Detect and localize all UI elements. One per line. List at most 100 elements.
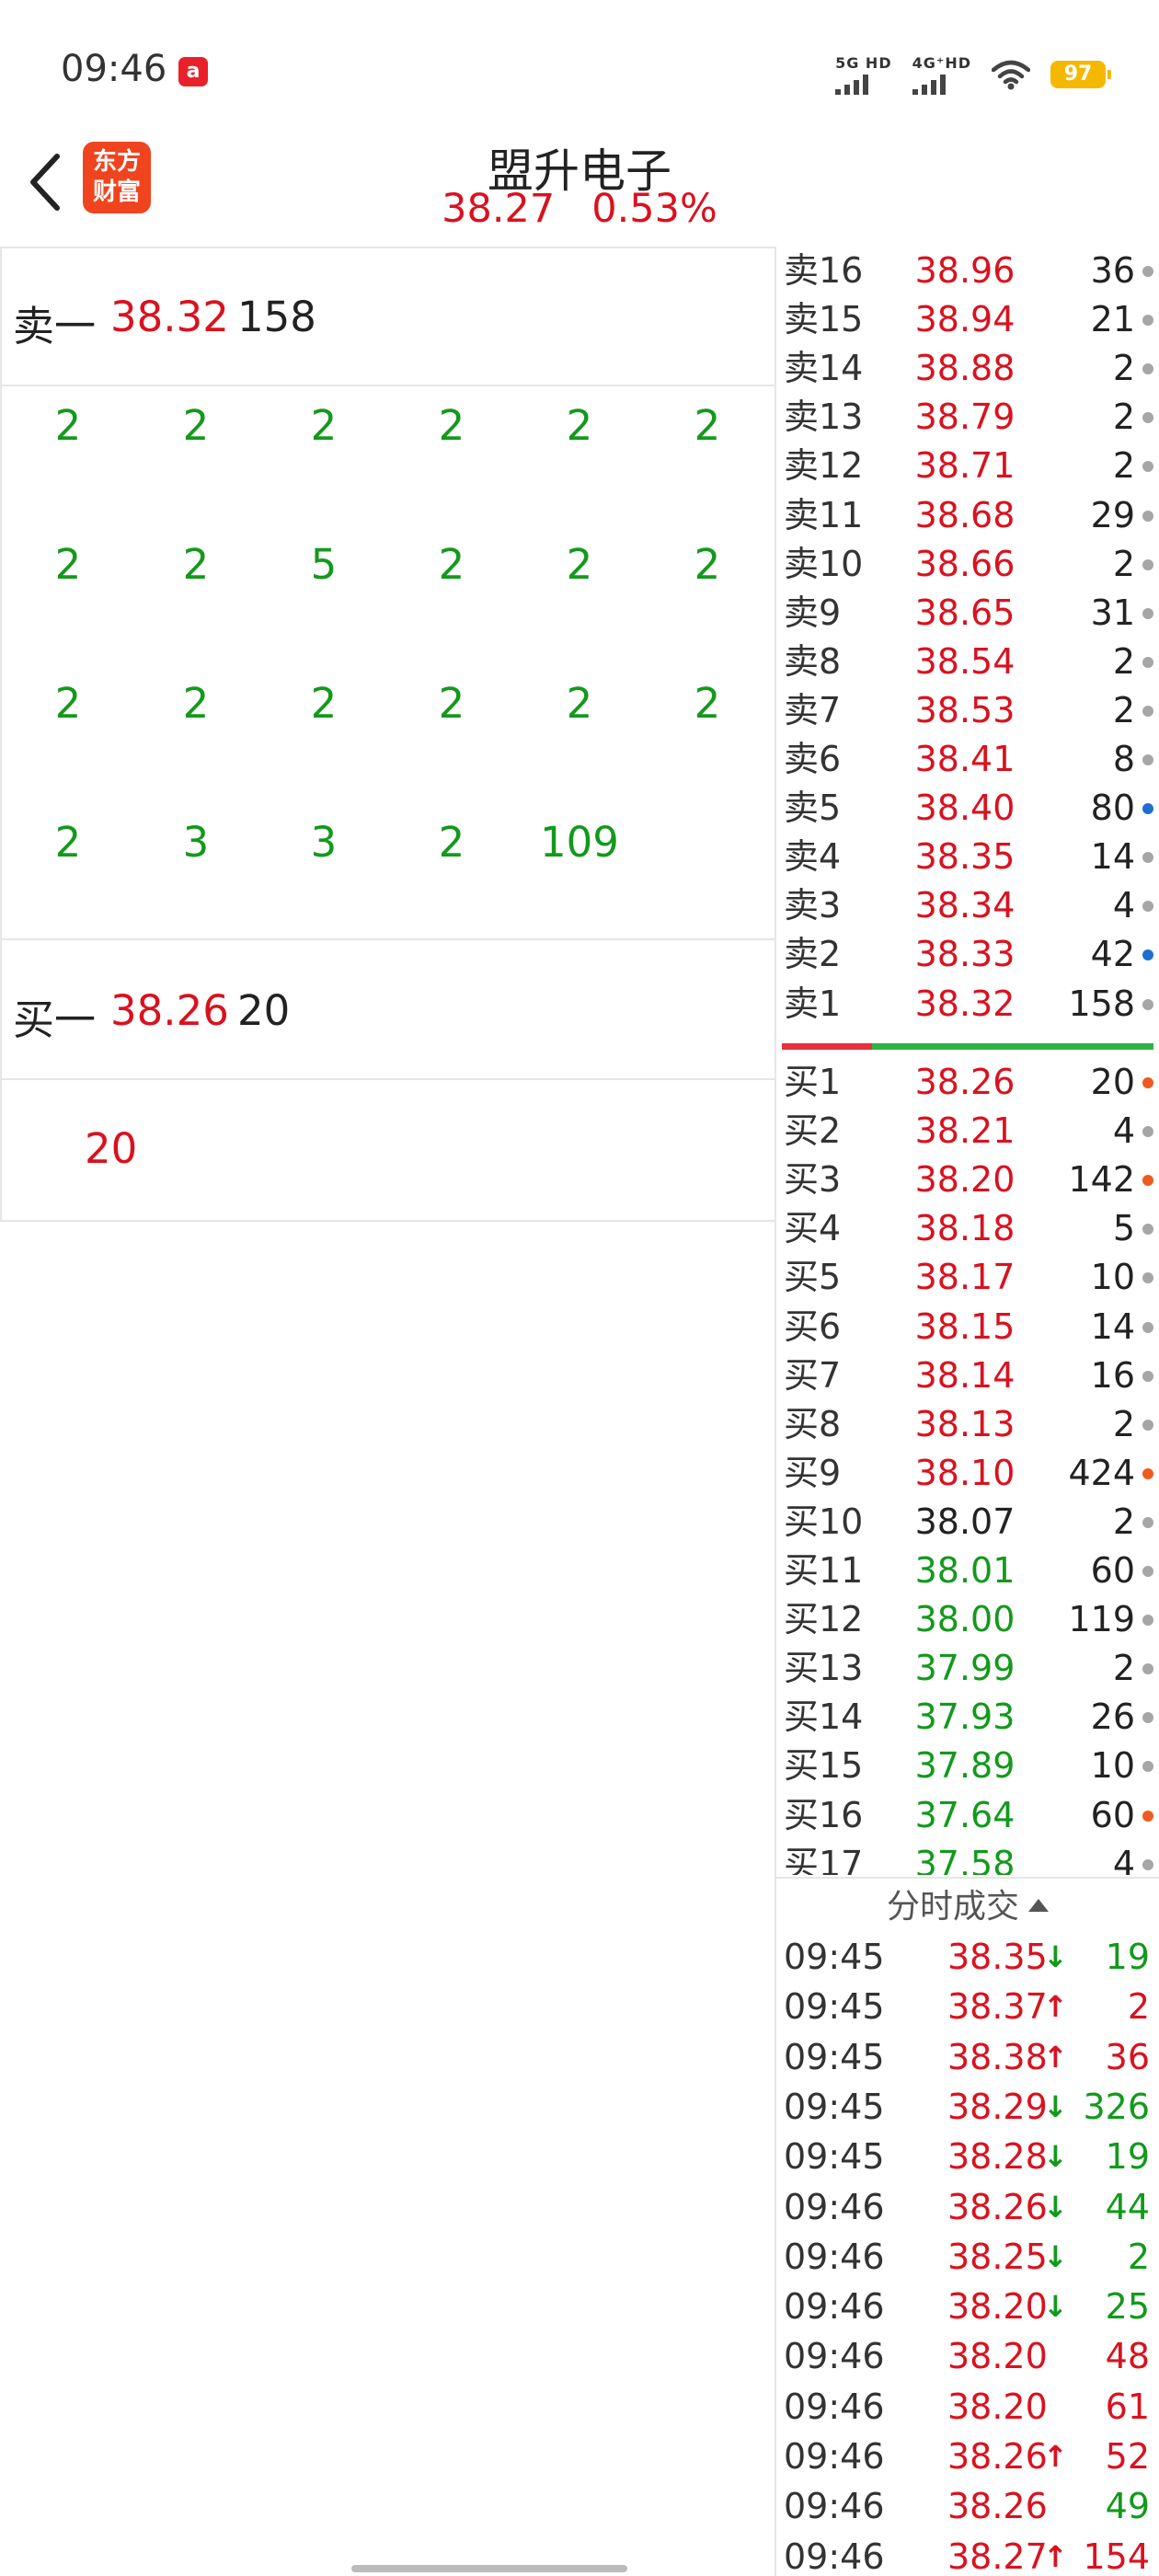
order-dot-icon [1142,1810,1153,1822]
bid-level-volume: 2 [1112,1648,1135,1689]
status-bar: 09:46 a 5G HD 4G⁺HD 97 [0,0,1159,129]
bid-level-volume: 26 [1090,1696,1135,1738]
order-dot-icon [1142,558,1153,570]
bid-level-row[interactable]: 买6 38.15 14 [776,1303,1159,1351]
ask-level-price: 38.88 [914,348,1016,389]
ask-level-volume: 80 [1090,788,1135,829]
ask-level-row[interactable]: 卖3 38.34 4 [776,881,1159,930]
trade-time: 09:45 [784,2136,885,2178]
arrow-down-icon: ↓ [1043,2189,1068,2225]
ask-level-row[interactable]: 卖12 38.71 2 [776,442,1159,490]
ask-level-row[interactable]: 卖14 38.88 2 [776,344,1159,393]
bid-ask-ratio-bar [782,1043,1153,1050]
trade-time: 09:45 [784,2086,885,2127]
ask-level-volume: 2 [1112,348,1135,389]
bid-level-row[interactable]: 买11 38.01 60 [776,1547,1159,1595]
trade-volume: 52 [1105,2436,1150,2477]
bid-level-row[interactable]: 买4 38.18 5 [776,1204,1159,1253]
ask-level-volume: 2 [1112,543,1135,584]
bid-level-row[interactable]: 买9 38.10 424 [776,1449,1159,1498]
order-dot-icon [1142,461,1153,473]
order-dot-icon [1142,266,1153,277]
bid-order-queue: 20 [2,1080,776,1220]
best-ask-price: 38.32 [110,293,229,341]
bid-level-row[interactable]: 买7 38.14 16 [776,1351,1159,1400]
order-dot-icon [1142,949,1153,961]
trade-price: 38.27 [947,2536,1048,2576]
best-ask-row[interactable]: 卖一 38.32 158 [2,248,776,386]
order-book[interactable]: 卖16 38.96 36 卖15 38.94 21 卖14 38.88 2 卖13 38.79 2 卖1… [776,247,1159,1875]
ask-level-row[interactable]: 卖7 38.53 2 [776,686,1159,735]
ask-level-row[interactable]: 卖9 38.65 31 [776,589,1159,638]
bid-level-row[interactable]: 买17 37.58 4 [776,1840,1159,1875]
trade-price: 38.25 [947,2236,1048,2277]
bid-level-label: 买4 [784,1208,842,1249]
bid-level-price: 38.14 [914,1354,1016,1396]
change-percent: 0.53% [591,186,717,232]
ask-level-row[interactable]: 卖4 38.35 14 [776,833,1159,881]
ask-level-row[interactable]: 卖13 38.79 2 [776,393,1159,442]
trade-row: 09:46 38.25 ↓ 2 [776,2232,1159,2282]
bid-level-volume: 142 [1068,1159,1135,1201]
bid-level-volume: 119 [1068,1599,1135,1640]
order-dot-icon [1142,412,1153,424]
bid-level-volume: 4 [1112,1843,1135,1875]
ask-level-label: 卖3 [784,885,842,926]
bid-level-volume: 60 [1090,1550,1135,1591]
order-dot-icon [1142,803,1153,815]
trade-volume: 19 [1105,2136,1150,2178]
bid-level-price: 38.17 [914,1257,1016,1298]
order-dot-icon [1142,852,1153,864]
trade-row: 09:45 38.35 ↓ 19 [776,1932,1159,1982]
best-bid-row[interactable]: 买一 38.26 20 [2,942,776,1080]
ask-level-row[interactable]: 卖1 38.32 158 [776,980,1159,1029]
trade-price: 38.37 [947,1986,1048,2028]
battery-icon: 97 [1050,61,1111,88]
ask-level-row[interactable]: 卖16 38.96 36 [776,247,1159,295]
bid-level-row[interactable]: 买2 38.21 4 [776,1107,1159,1156]
trade-volume: 154 [1083,2536,1150,2576]
ask-level-row[interactable]: 卖15 38.94 21 [776,295,1159,344]
bid-level-row[interactable]: 买1 38.26 20 [776,1058,1159,1107]
ask-level-row[interactable]: 卖5 38.40 80 [776,784,1159,833]
order-queue-panel: 卖一 38.32 158 2 2 2 2 2 2 2 2 5 2 2 2 2 2 2 2 2 2 2 3 3 2 109 买… [0,247,776,1222]
bid-level-row[interactable]: 买5 38.17 10 [776,1253,1159,1302]
trade-time: 09:46 [784,2186,885,2227]
ask-queue-item: 3 [310,818,338,867]
bid-level-row[interactable]: 买10 38.07 2 [776,1498,1159,1547]
ask-level-row[interactable]: 卖2 38.33 42 [776,930,1159,979]
trades-header[interactable]: 分时成交 [776,1877,1159,1932]
ask-level-price: 38.94 [914,299,1016,340]
bid-level-row[interactable]: 买14 37.93 26 [776,1693,1159,1742]
ask-queue-item: 2 [438,818,465,867]
home-indicator[interactable] [351,2565,627,2572]
ask-queue-item: 2 [694,540,721,589]
ask-level-price: 38.41 [914,739,1016,779]
ask-level-row[interactable]: 卖11 38.68 29 [776,491,1159,540]
order-dot-icon [1142,1321,1153,1333]
trade-time: 09:46 [784,2336,885,2377]
bid-level-label: 买5 [784,1257,842,1298]
ask-level-row[interactable]: 卖8 38.54 2 [776,638,1159,686]
bid-level-row[interactable]: 买16 37.64 60 [776,1791,1159,1840]
bid-level-volume: 14 [1090,1305,1135,1347]
trade-price: 38.29 [947,2086,1048,2127]
ask-level-price: 38.66 [914,543,1016,584]
bid-level-row[interactable]: 买12 38.00 119 [776,1595,1159,1644]
stock-header: 东方 财富 盟升电子 38.27 0.53% [0,129,1159,247]
ask-queue-item: 2 [438,679,465,728]
ask-level-row[interactable]: 卖10 38.66 2 [776,540,1159,589]
tick-trades-list[interactable]: 09:45 38.35 ↓ 19 09:45 38.37 ↑ 2 09:45 38.38 ↑ 36 09… [776,1932,1159,2576]
ask-level-row[interactable]: 卖6 38.41 8 [776,735,1159,784]
bid-level-row[interactable]: 买15 37.89 10 [776,1742,1159,1790]
bid-level-volume: 16 [1090,1354,1135,1396]
bid-level-row[interactable]: 买13 37.99 2 [776,1644,1159,1693]
signal-5g-label: 5G HD [835,54,892,72]
bid-level-row[interactable]: 买3 38.20 142 [776,1156,1159,1204]
trade-volume: 36 [1105,2036,1150,2077]
trade-volume: 2 [1127,1986,1150,2028]
ask-queue-item: 2 [438,540,465,589]
bid-level-row[interactable]: 买8 38.13 2 [776,1400,1159,1449]
bid-level-volume: 20 [1090,1062,1135,1102]
bid-level-label: 买1 [784,1062,842,1102]
